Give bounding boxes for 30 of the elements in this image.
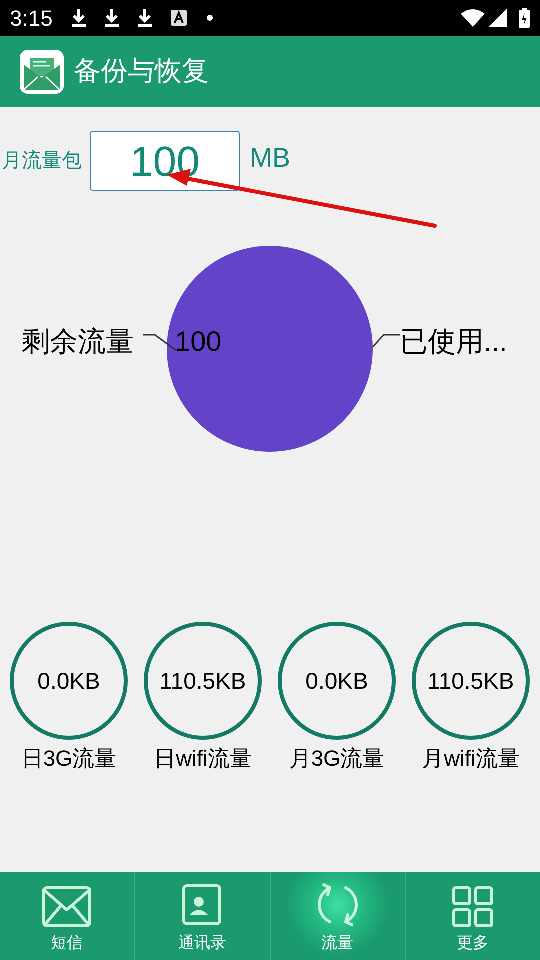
grid-icon [452,886,494,928]
quota-label: 月流量包 [2,149,82,174]
pie-label: 已使用... [400,325,508,359]
signal-icon [489,9,507,27]
stat-label: 日3G流量 [21,745,117,773]
stat-label: 日wifi流量 [154,745,252,773]
envelope-icon [42,886,92,928]
download-icon [136,8,153,28]
stat-label: 月3G流量 [289,745,385,773]
download-icon [104,8,120,28]
quota-input[interactable]: 100 [90,131,240,191]
download-icon [70,8,87,28]
wifi-icon [461,9,485,27]
battery-icon [519,8,530,28]
pie-label: 剩余流量 [22,325,134,359]
stat-value: 0.0KB [38,666,100,696]
unit-label: MB [250,142,290,175]
stat-value: 110.5KB [160,666,246,696]
stat-label: 月wifi流量 [422,745,520,773]
font-icon [170,10,187,26]
leader-line [143,334,179,352]
refresh-icon [316,882,360,928]
app-logo-icon [20,50,64,94]
contact-book-icon [182,884,222,928]
stat-value: 0.0KB [306,666,368,696]
clock: 3:15 [10,4,53,32]
stat-value: 110.5KB [428,666,514,696]
leader-line [372,334,400,348]
app-title: 备份与恢复 [74,55,209,88]
pie-value-label: 100 [175,325,222,359]
